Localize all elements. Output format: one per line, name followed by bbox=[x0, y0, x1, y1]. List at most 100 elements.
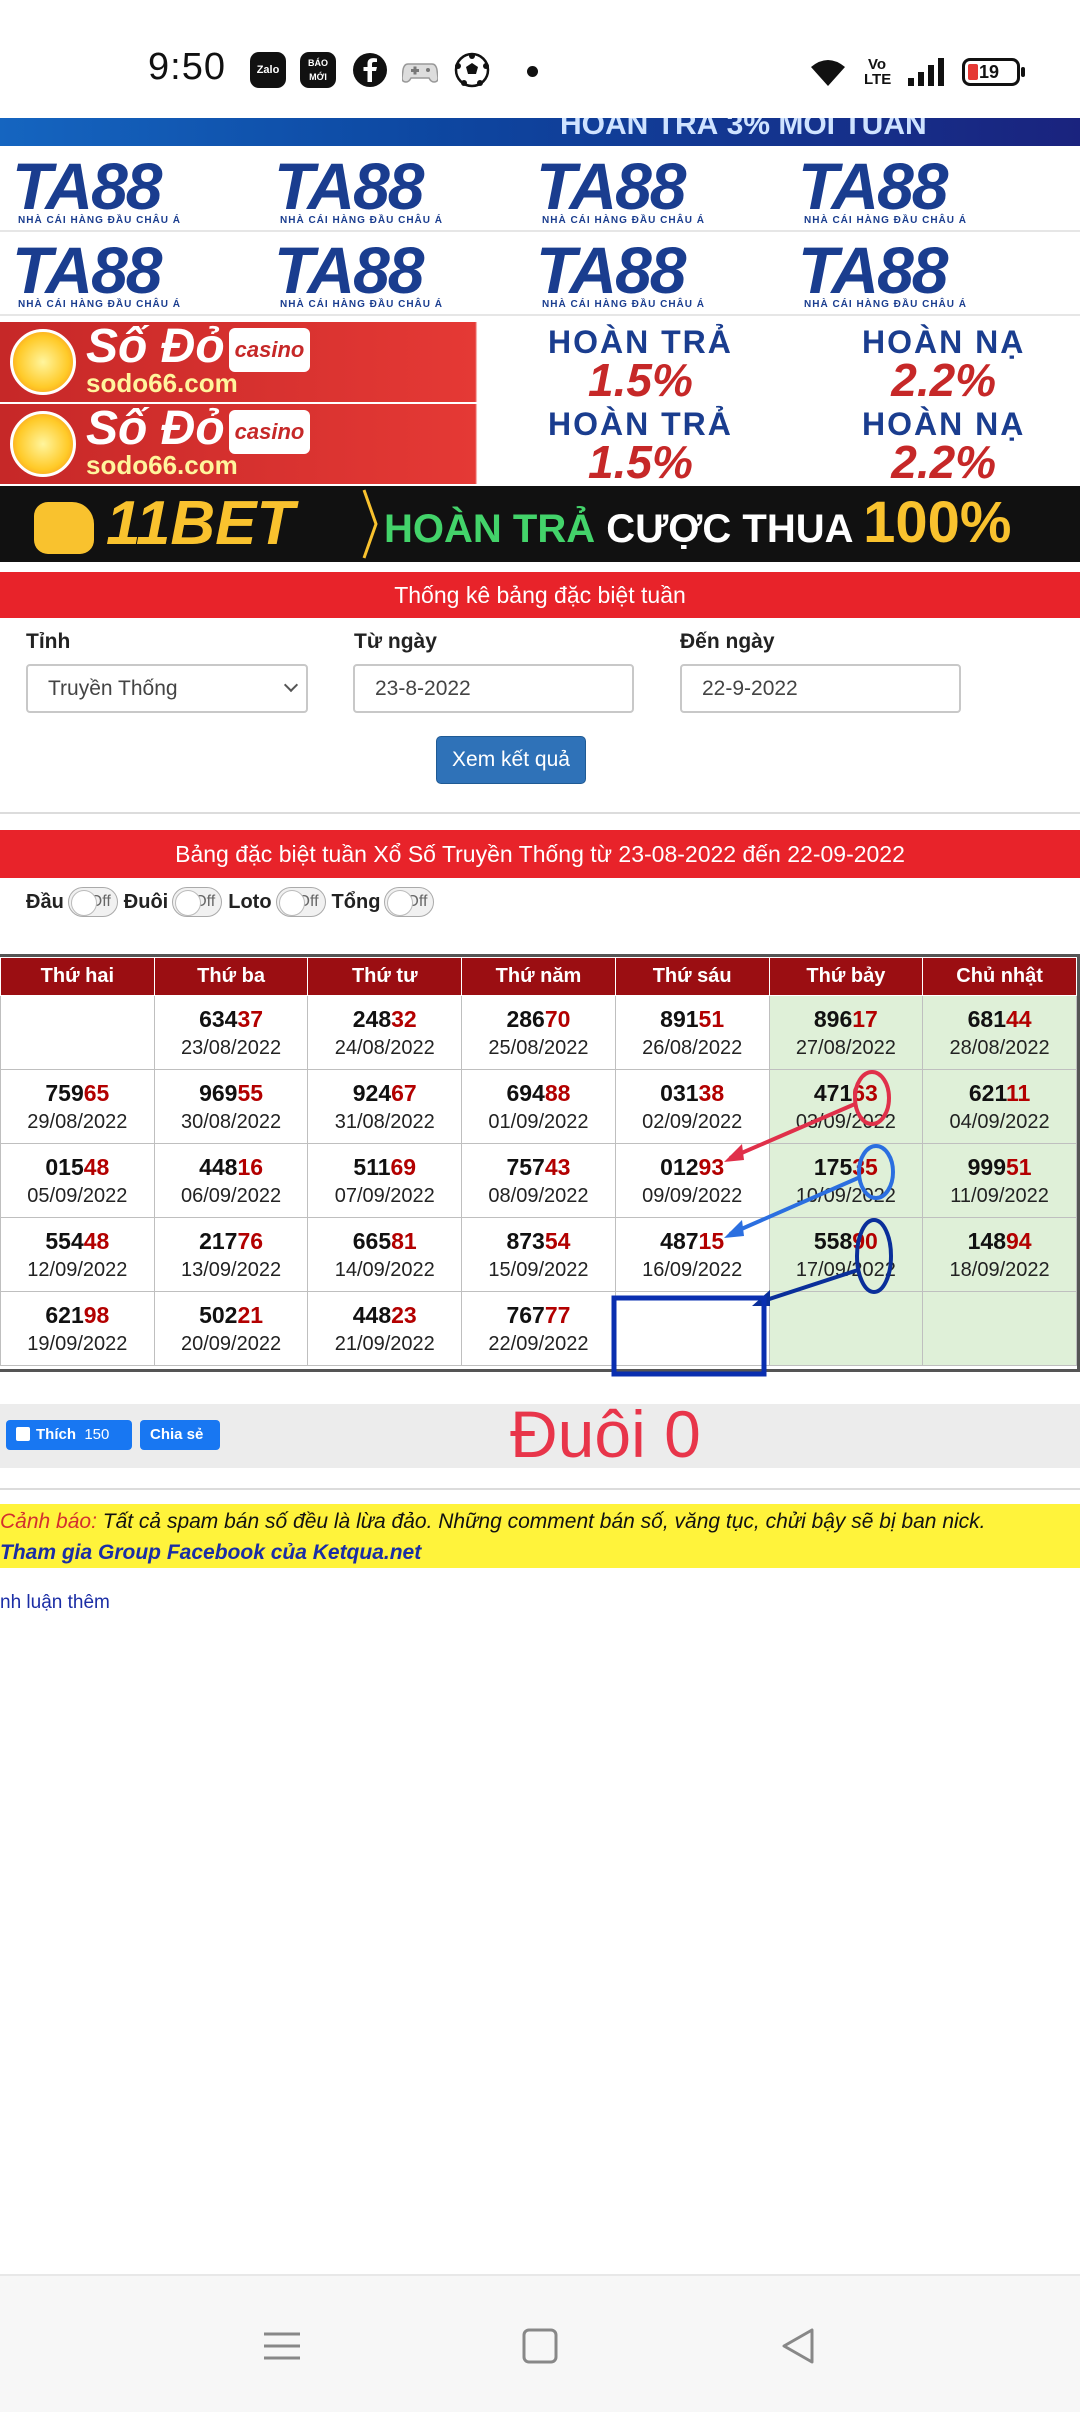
province-select[interactable]: Truyền Thống bbox=[26, 664, 308, 713]
number-tail-digits: 48 bbox=[83, 1153, 110, 1180]
menu-icon[interactable] bbox=[254, 2318, 310, 2374]
from-date-input[interactable]: 23-8-2022 bbox=[353, 664, 634, 713]
draw-date: 05/09/2022 bbox=[27, 1184, 128, 1207]
number-tail-digits: 76 bbox=[237, 1227, 264, 1254]
to-date-label: Đến ngày bbox=[680, 630, 775, 653]
result-cell: 24832 24/08/2022 bbox=[307, 995, 463, 1070]
draw-date: 13/09/2022 bbox=[181, 1258, 282, 1281]
special-prize-number: 69488 bbox=[506, 1079, 571, 1106]
draw-date: 02/09/2022 bbox=[642, 1110, 743, 1133]
number-tail-digits: 54 bbox=[544, 1227, 571, 1254]
number-tail-digits: 21 bbox=[237, 1301, 264, 1328]
more-comments-link[interactable]: nh luận thêm bbox=[0, 1592, 110, 1614]
sodo-emblem-icon bbox=[10, 329, 76, 395]
draw-date: 21/09/2022 bbox=[334, 1332, 435, 1355]
number-tail-digits: 51 bbox=[698, 1005, 725, 1032]
number-tail-digits: 35 bbox=[852, 1153, 878, 1180]
number-tail-digits: 16 bbox=[237, 1153, 264, 1180]
special-prize-number: 63437 bbox=[199, 1005, 264, 1032]
draw-date: 31/08/2022 bbox=[334, 1110, 435, 1133]
special-prize-number: 01548 bbox=[45, 1153, 110, 1180]
toggle-tong[interactable]: Off bbox=[384, 887, 435, 917]
banner-11bet[interactable]: 11BET HOÀN TRẢ CƯỢC THUA 100% bbox=[0, 486, 1080, 562]
result-cell: 75743 08/09/2022 bbox=[461, 1143, 616, 1218]
result-cell: 89151 26/08/2022 bbox=[614, 995, 770, 1070]
result-cell: 28670 25/08/2022 bbox=[461, 995, 616, 1070]
volte-indicator: Vo LTE bbox=[864, 56, 892, 88]
number-tail-digits: 88 bbox=[544, 1079, 571, 1106]
table-row: 75965 29/08/2022 96955 30/08/2022 92467 31/08… bbox=[0, 1069, 1077, 1144]
banner-sodo-1[interactable]: Số Đỏ casino sodo66.com HOÀN TRẢ 1.5% HOÀN… bbox=[0, 322, 1080, 402]
table-row: 63437 23/08/2022 24832 24/08/2022 28670 25/08… bbox=[0, 995, 1077, 1070]
table-row: 62198 19/09/2022 50221 20/09/2022 44823 21/09… bbox=[0, 1291, 1077, 1366]
number-tail-digits: 98 bbox=[83, 1301, 110, 1328]
view-results-button[interactable]: Xem kết quả bbox=[436, 736, 586, 784]
special-prize-number: 76777 bbox=[506, 1301, 571, 1328]
draw-date: 20/09/2022 bbox=[181, 1332, 282, 1355]
banner-ta88-2[interactable]: TA88 NHÀ CÁI HÀNG ĐẦU CHÂU Á TA88 NHÀ CÁI … bbox=[0, 238, 1080, 316]
divider bbox=[0, 1488, 1080, 1490]
toggle-label-dau: Đầu bbox=[26, 890, 64, 913]
banner-cashback-top[interactable]: HOÀN TRẢ 3% MỖI TUẦN bbox=[0, 118, 1080, 146]
result-cell: 01293 09/09/2022 bbox=[614, 1143, 770, 1218]
number-tail-digits: 11 bbox=[1006, 1079, 1031, 1106]
result-cell: 87354 15/09/2022 bbox=[461, 1217, 616, 1292]
result-title: Bảng đặc biệt tuần Xổ Số Truyền Thống từ… bbox=[0, 830, 1080, 878]
toggle-loto[interactable]: Off bbox=[275, 887, 326, 917]
banner-ta88-1[interactable]: TA88 NHÀ CÁI HÀNG ĐẦU CHÂU Á TA88 NHÀ CÁI … bbox=[0, 154, 1080, 232]
ta88-logo: TA88 NHÀ CÁI HÀNG ĐẦU CHÂU Á bbox=[536, 154, 705, 226]
status-indicators: Vo LTE 19 bbox=[808, 52, 1025, 92]
special-prize-number: 44816 bbox=[199, 1153, 264, 1180]
draw-date: 06/09/2022 bbox=[181, 1184, 282, 1207]
sodo-logo: Số Đỏ casino sodo66.com bbox=[10, 323, 311, 398]
status-time: 9:50 bbox=[148, 46, 226, 88]
soccer-ball-icon bbox=[454, 52, 490, 88]
result-cell: 68144 28/08/2022 bbox=[922, 995, 1077, 1070]
number-tail-digits: 17 bbox=[852, 1005, 878, 1032]
facebook-group-link[interactable]: Tham gia Group Facebook của Ketqua.net bbox=[0, 1537, 1080, 1568]
weekly-results-table: Thứ hai Thứ ba Thứ tư Thứ năm Thứ sáu Th… bbox=[0, 954, 1080, 1372]
column-header: Thứ hai bbox=[0, 957, 155, 996]
result-cell: 69488 01/09/2022 bbox=[461, 1069, 616, 1144]
toggle-duoi[interactable]: Off bbox=[172, 887, 223, 917]
back-icon[interactable] bbox=[770, 2318, 826, 2374]
special-prize-number: 62111 bbox=[968, 1079, 1031, 1106]
number-tail-digits: 77 bbox=[544, 1301, 571, 1328]
result-cell: 44823 21/09/2022 bbox=[307, 1291, 463, 1366]
toggle-label-tong: Tổng bbox=[331, 890, 381, 913]
special-prize-number: 89617 bbox=[813, 1005, 878, 1032]
draw-date: 17/09/2022 bbox=[795, 1258, 896, 1281]
special-prize-number: 75965 bbox=[45, 1079, 110, 1106]
warning-box: Cảnh báo: Tất cả spam bán số đều là lừa … bbox=[0, 1504, 1080, 1568]
special-prize-number: 47163 bbox=[813, 1079, 878, 1106]
gamepad-icon bbox=[402, 63, 438, 83]
facebook-like-button[interactable]: Thích 150 bbox=[6, 1420, 132, 1450]
number-tail-digits: 32 bbox=[391, 1005, 417, 1032]
more-notifications-dot bbox=[527, 66, 538, 77]
home-icon[interactable] bbox=[512, 2318, 568, 2374]
result-cell bbox=[922, 1291, 1077, 1366]
special-prize-number: 28670 bbox=[506, 1005, 571, 1032]
draw-date: 23/08/2022 bbox=[181, 1036, 282, 1059]
number-tail-digits: 37 bbox=[237, 1005, 264, 1032]
special-prize-number: 87354 bbox=[506, 1227, 571, 1254]
special-prize-number: 99951 bbox=[967, 1153, 1032, 1180]
special-prize-number: 03138 bbox=[660, 1079, 725, 1106]
ta88-logo: TA88 NHÀ CÁI HÀNG ĐẦU CHÂU Á bbox=[12, 154, 181, 226]
draw-date: 22/09/2022 bbox=[488, 1332, 589, 1355]
like-count: 150 bbox=[84, 1426, 110, 1443]
number-tail-digits: 81 bbox=[391, 1227, 417, 1254]
draw-date: 28/08/2022 bbox=[949, 1036, 1050, 1059]
draw-date: 01/09/2022 bbox=[488, 1110, 589, 1133]
status-bar: 9:50 Zalo BÁO MỚI Vo LTE 19 bbox=[0, 0, 1080, 118]
column-header: Chủ nhật bbox=[922, 957, 1077, 996]
toggle-dau[interactable]: Off bbox=[67, 887, 118, 917]
column-header: Thứ bảy bbox=[768, 957, 924, 996]
facebook-share-button[interactable]: Chia sẻ bbox=[140, 1420, 220, 1450]
number-tail-digits: 23 bbox=[391, 1301, 417, 1328]
table-row: 55448 12/09/2022 21776 13/09/2022 66581 14/09… bbox=[0, 1217, 1077, 1292]
number-tail-digits: 51 bbox=[1006, 1153, 1032, 1180]
to-date-input[interactable]: 22-9-2022 bbox=[680, 664, 961, 713]
draw-date: 18/09/2022 bbox=[949, 1258, 1050, 1281]
banner-sodo-2[interactable]: Số Đỏ casino sodo66.com HOÀN TRẢ 1.5% HOÀN… bbox=[0, 404, 1080, 484]
